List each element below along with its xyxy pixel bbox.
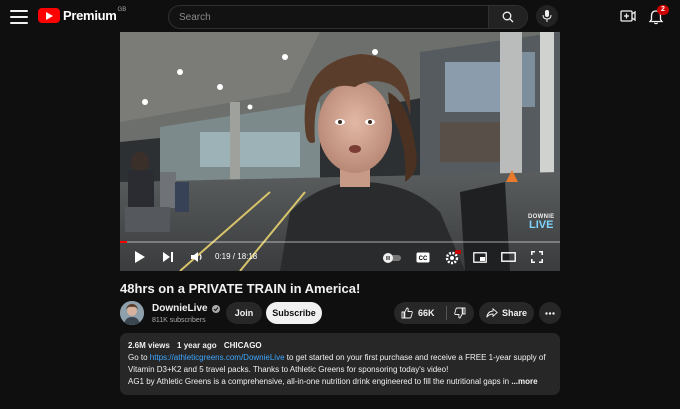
sponsor-link[interactable]: https://athleticgreens.com/DownieLive — [150, 353, 285, 362]
show-more-button[interactable]: ...more — [511, 377, 537, 386]
like-icon — [401, 307, 413, 319]
theater-icon — [501, 252, 516, 262]
progress-fill — [120, 241, 128, 243]
description-line-1: Go to https://athleticgreens.com/DownieL… — [128, 353, 546, 362]
time-display: 0:19 / 18:18 — [215, 252, 258, 261]
volume-icon — [191, 252, 202, 262]
like-button[interactable]: 66K — [394, 302, 446, 324]
channel-name[interactable]: DownieLive — [152, 303, 208, 314]
fullscreen-button[interactable] — [531, 251, 543, 263]
description-meta: 2.6M views 1 year ago CHICAGO — [128, 341, 267, 350]
autoplay-toggle-icon — [383, 253, 401, 263]
dislike-icon — [454, 307, 466, 319]
captions-button[interactable]: CC — [416, 252, 430, 263]
search-button[interactable] — [488, 6, 527, 28]
miniplayer-icon — [473, 252, 487, 263]
create-icon — [620, 10, 636, 22]
mic-icon — [542, 10, 552, 22]
settings-button[interactable] — [445, 250, 461, 265]
next-icon — [163, 252, 173, 262]
next-button[interactable] — [162, 251, 174, 263]
view-count: 2.6M views — [128, 341, 170, 350]
more-actions-button[interactable] — [539, 302, 561, 324]
channel-avatar[interactable] — [120, 301, 144, 325]
subscribe-button[interactable]: Subscribe — [266, 302, 322, 324]
voice-search-button[interactable] — [536, 5, 558, 27]
hamburger-icon — [10, 10, 28, 12]
fullscreen-icon — [531, 251, 543, 263]
channel-watermark: DOWNIE LIVE — [528, 214, 554, 231]
svg-text:CC: CC — [419, 256, 428, 262]
player-controls: 0:19 / 18:18 CC — [120, 245, 560, 271]
youtube-logo[interactable]: Premium GB — [38, 6, 127, 23]
search-icon — [502, 11, 514, 23]
menu-button[interactable] — [10, 10, 28, 24]
theater-mode-button[interactable] — [501, 252, 516, 262]
video-title: 48hrs on a PRIVATE TRAIN in America! — [120, 281, 361, 296]
logo-region: GB — [117, 6, 127, 13]
like-count: 66K — [418, 308, 435, 318]
create-button[interactable] — [620, 8, 636, 24]
notification-badge: 2 — [657, 5, 669, 15]
description-line-2: Vitamin D3+K2 and 5 travel packs. Thanks… — [128, 365, 449, 374]
search-input[interactable] — [169, 10, 488, 24]
captions-icon: CC — [416, 252, 430, 263]
location-tag[interactable]: CHICAGO — [224, 341, 262, 350]
youtube-logo-icon — [38, 8, 60, 23]
logo-text: Premium — [63, 8, 117, 23]
description-line-3: AG1 by Athletic Greens is a comprehensiv… — [128, 377, 538, 386]
notifications-button[interactable]: 2 — [648, 5, 669, 25]
video-player[interactable]: DOWNIE LIVE 0:19 / 18:18 CC — [120, 32, 560, 271]
play-button[interactable] — [134, 251, 145, 263]
settings-icon — [445, 250, 461, 265]
more-icon — [545, 311, 555, 315]
miniplayer-button[interactable] — [473, 252, 487, 263]
watermark-bottom: LIVE — [529, 219, 554, 231]
dislike-button[interactable] — [447, 302, 474, 324]
join-button[interactable]: Join — [226, 302, 262, 324]
avatar-image — [120, 301, 144, 325]
video-frame — [120, 32, 560, 271]
share-label: Share — [501, 308, 527, 318]
upload-age: 1 year ago — [177, 341, 217, 350]
share-icon — [486, 308, 498, 318]
share-button[interactable]: Share — [479, 302, 534, 324]
like-dislike-group: 66K — [394, 302, 474, 324]
search-bar — [168, 5, 528, 29]
subscriber-count: 811K subscribers — [152, 317, 206, 324]
description-box[interactable]: 2.6M views 1 year ago CHICAGO Go to http… — [120, 333, 560, 395]
play-icon — [135, 251, 145, 263]
channel-name-row[interactable]: DownieLive — [152, 303, 220, 314]
verified-icon — [211, 304, 220, 313]
progress-bar[interactable] — [120, 241, 560, 243]
autoplay-toggle[interactable] — [382, 253, 402, 263]
volume-button[interactable] — [190, 251, 204, 263]
